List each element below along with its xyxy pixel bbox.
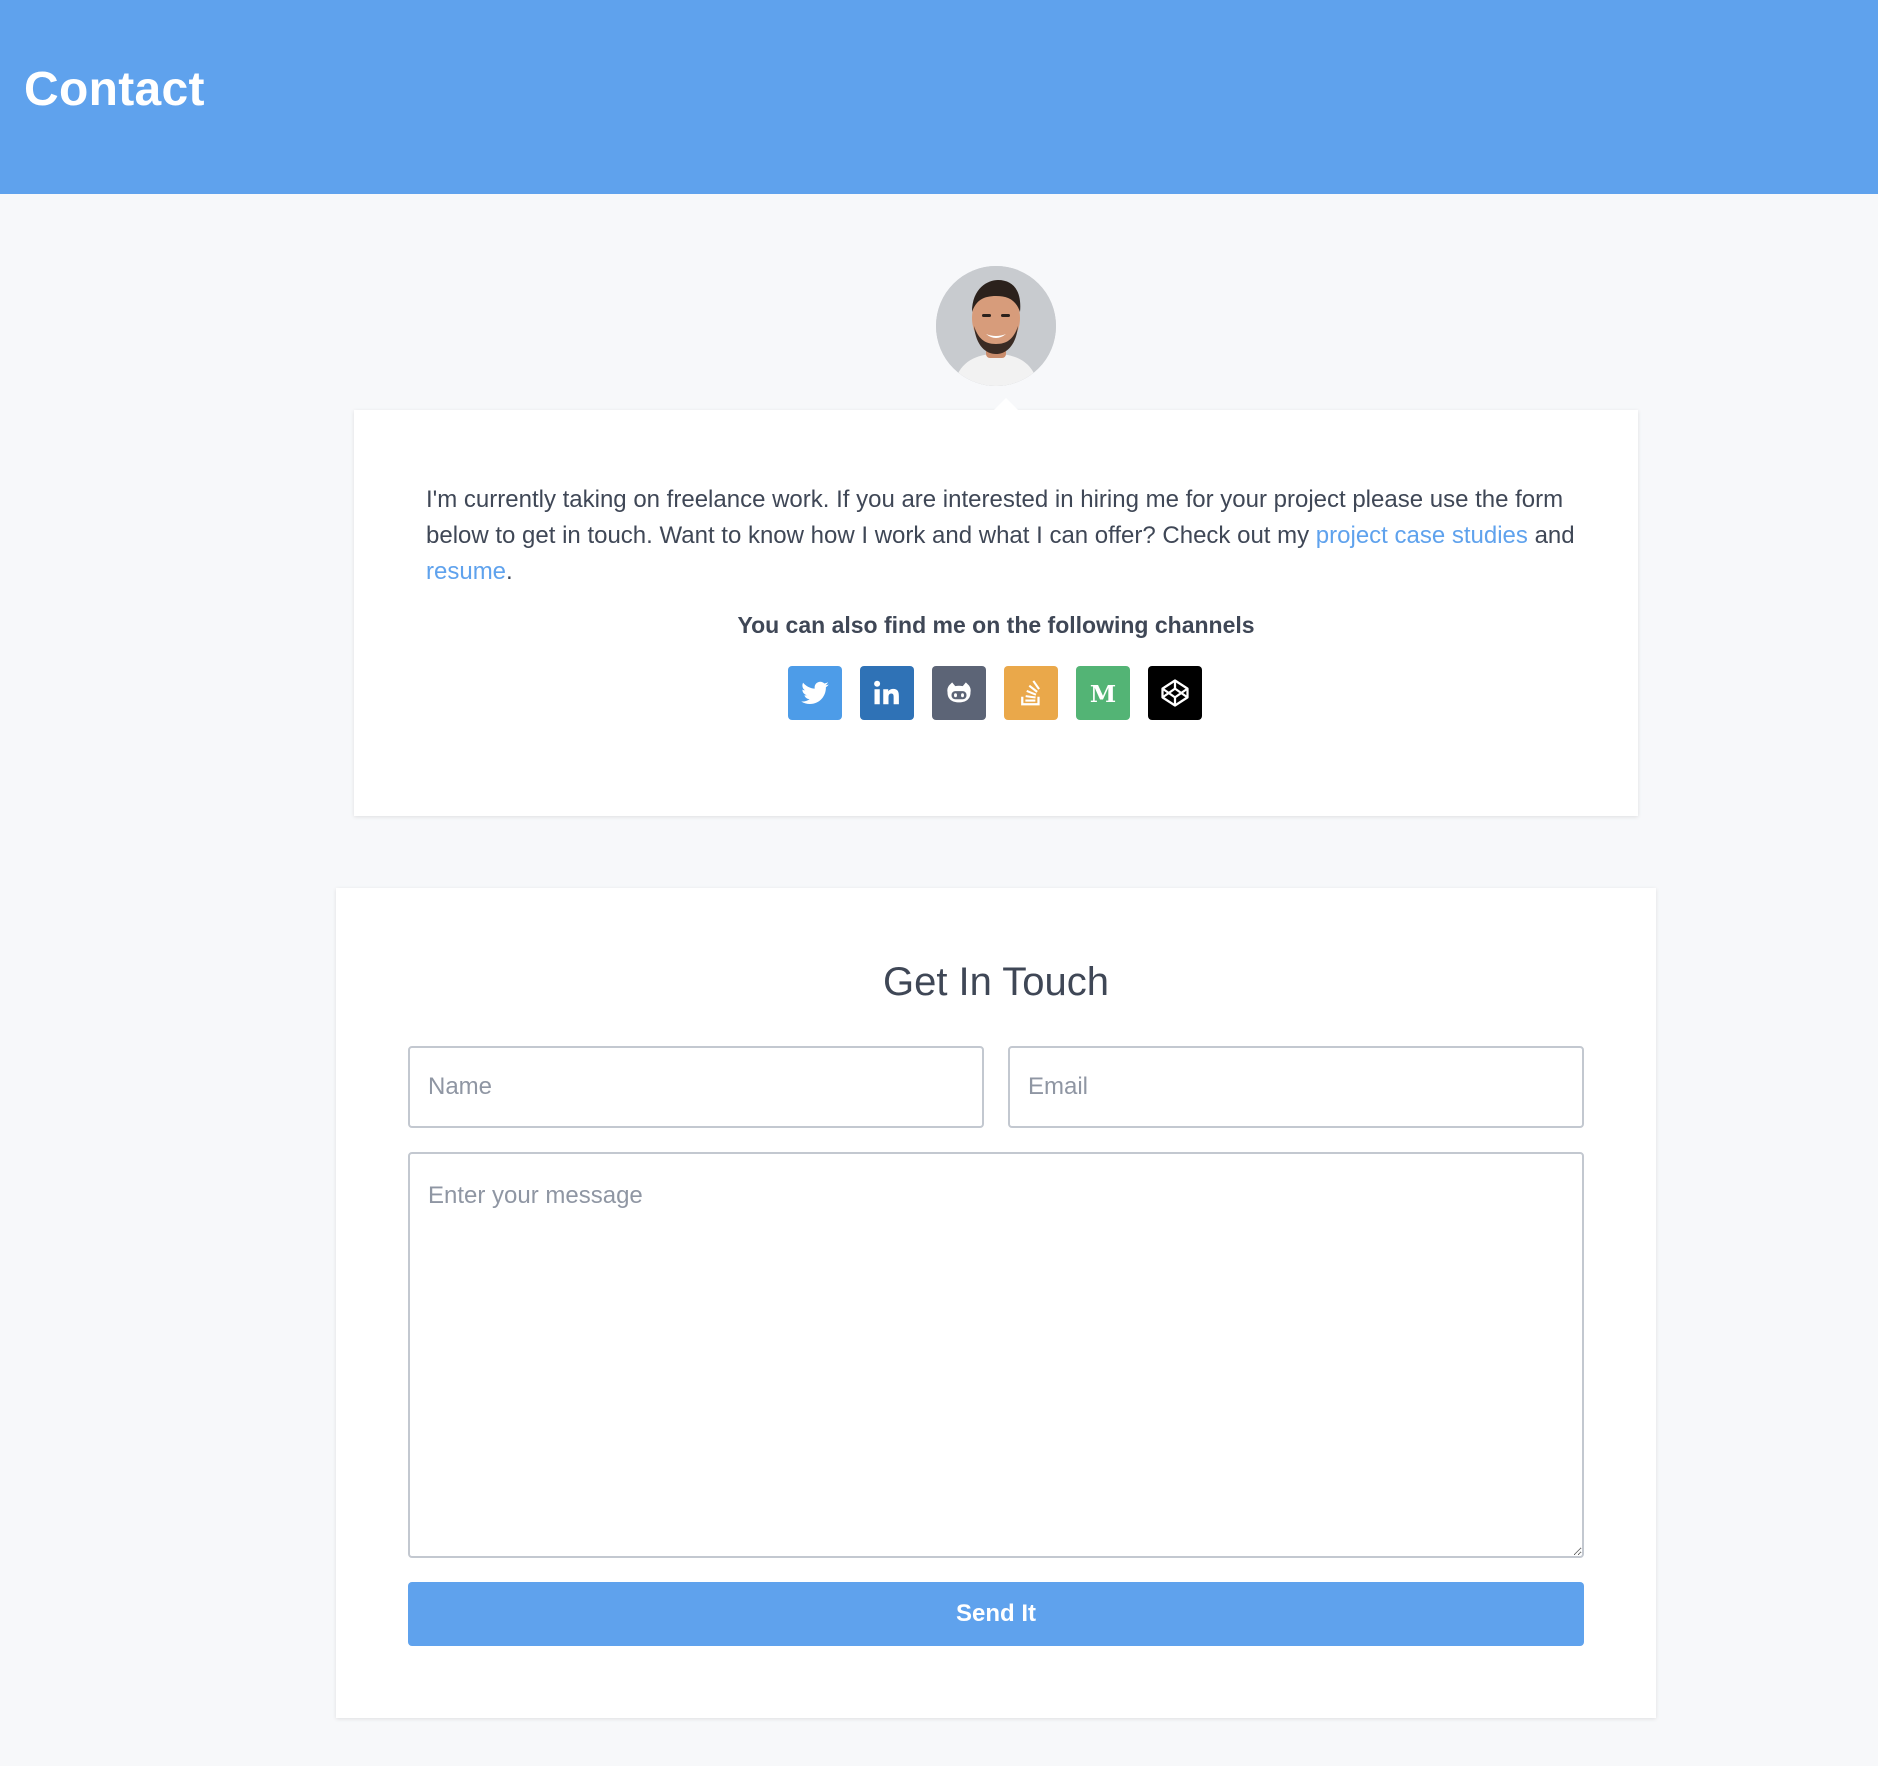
- channels-heading: You can also find me on the following ch…: [737, 612, 1255, 638]
- medium-icon: M: [1090, 680, 1116, 708]
- email-field[interactable]: [1008, 1046, 1584, 1128]
- page-title: Contact: [24, 63, 205, 116]
- intro-card: I'm currently taking on freelance work. …: [354, 398, 1638, 816]
- intro-paragraph: I'm currently taking on freelance work. …: [426, 482, 1576, 590]
- stack-overflow-button[interactable]: [1004, 666, 1058, 720]
- social-channels: M: [788, 666, 1202, 720]
- resume-link[interactable]: resume: [426, 558, 506, 585]
- intro-text-after: .: [506, 558, 513, 585]
- codepen-button[interactable]: [1148, 666, 1202, 720]
- intro-text-middle: and: [1527, 522, 1575, 549]
- page-header: Contact: [0, 0, 1878, 194]
- avatar-photo: [936, 266, 1056, 386]
- stack-overflow-icon: [1021, 680, 1040, 706]
- send-button[interactable]: Send It: [408, 1582, 1584, 1646]
- linkedin-icon: [874, 680, 899, 705]
- case-studies-link[interactable]: project case studies: [1316, 522, 1528, 549]
- twitter-icon: [801, 681, 829, 704]
- twitter-button[interactable]: [788, 666, 842, 720]
- message-field[interactable]: [408, 1152, 1584, 1558]
- codepen-icon: [1161, 679, 1189, 707]
- name-field[interactable]: [408, 1046, 984, 1128]
- github-button[interactable]: [932, 666, 986, 720]
- contact-form-card: Get In Touch Send It: [336, 888, 1656, 1718]
- medium-button[interactable]: M: [1076, 666, 1130, 720]
- card-notch: [994, 398, 1018, 410]
- avatar: [936, 266, 1056, 386]
- form-title: Get In Touch: [882, 960, 1110, 1004]
- github-icon: [947, 682, 971, 703]
- svg-text:M: M: [1090, 680, 1116, 708]
- linkedin-button[interactable]: [860, 666, 914, 720]
